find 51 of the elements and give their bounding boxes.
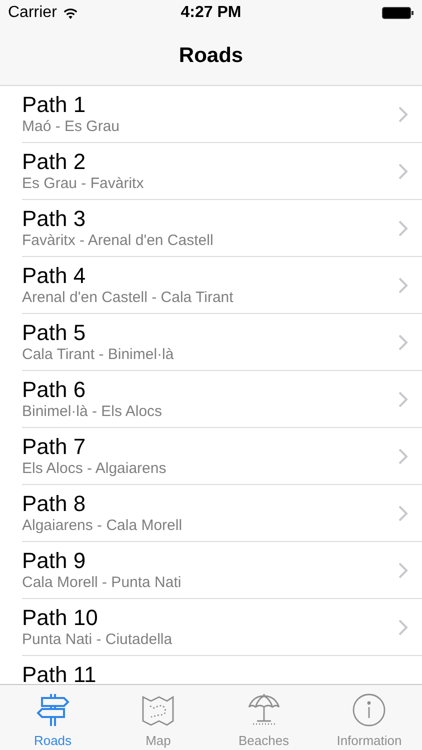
carrier-label: Carrier [8,4,57,22]
umbrella-icon [246,693,281,727]
row-subtitle: Es Grau - Favàritx [22,175,144,193]
list-row[interactable]: Path 7 Els Alocs - Algaiarens [22,428,422,485]
signpost-icon [36,693,70,727]
chevron-icon [398,562,408,578]
list-row[interactable]: Path 2 Es Grau - Favàritx [22,143,422,200]
row-title: Path 11 [22,662,96,684]
list-row[interactable]: Path 10 Punta Nati - Ciutadella [22,599,422,656]
row-title: Path 5 [22,320,86,346]
chevron-icon [398,390,408,408]
chevron-icon [398,448,408,464]
row-title: Path 7 [22,434,86,460]
row-title: Path 6 [22,377,86,403]
row-subtitle: Favàritx - Arenal d'en Castell [22,232,214,250]
row-subtitle: Cala Tirant - Binimel·là [22,346,174,364]
row-title: Path 9 [22,548,86,574]
nav-title: Roads [178,44,244,68]
chevron-icon [398,618,408,636]
list-row[interactable]: Path 6 Binimel·là - Els Alocs [22,371,422,428]
list-row[interactable]: Path 11 [22,656,422,684]
row-title: Path 1 [22,92,86,118]
info-icon [352,693,386,727]
row-title: Path 8 [22,491,86,517]
row-title: Path 3 [22,206,86,232]
wifi-icon [62,8,78,18]
row-subtitle: Punta Nati - Ciutadella [22,631,172,649]
clock: 4:27 PM [180,4,242,22]
row-subtitle: Binimel·là - Els Alocs [22,403,162,421]
row-title: Path 2 [22,149,86,175]
list-row[interactable]: Path 1 Maó - Es Grau [22,86,422,143]
chevron-icon [398,162,408,180]
chevron-icon [398,334,408,350]
row-subtitle: Arenal d'en Castell - Cala Tirant [22,289,234,307]
row-subtitle: Maó - Es Grau [22,118,120,136]
list-row[interactable]: Path 8 Algaiarens - Cala Morell [22,485,422,542]
list-row[interactable]: Path 4 Arenal d'en Castell - Cala Tirant [22,257,422,314]
list-row[interactable]: Path 9 Cala Morell - Punta Nati [22,542,422,599]
row-subtitle: Els Alocs - Algaiarens [22,460,166,478]
map-icon [141,693,176,727]
list-row[interactable]: Path 3 Favàritx - Arenal d'en Castell [22,200,422,257]
list-row[interactable]: Path 5 Cala Tirant - Binimel·là [22,314,422,371]
chevron-icon [398,106,408,122]
chevron-icon [398,220,408,236]
chevron-icon [398,276,408,294]
row-subtitle: Cala Morell - Punta Nati [22,574,182,592]
row-title: Path 10 [22,605,98,631]
row-subtitle: Algaiarens - Cala Morell [22,517,182,535]
row-title: Path 4 [22,263,86,289]
battery-icon [382,7,414,19]
chevron-icon [398,504,408,522]
